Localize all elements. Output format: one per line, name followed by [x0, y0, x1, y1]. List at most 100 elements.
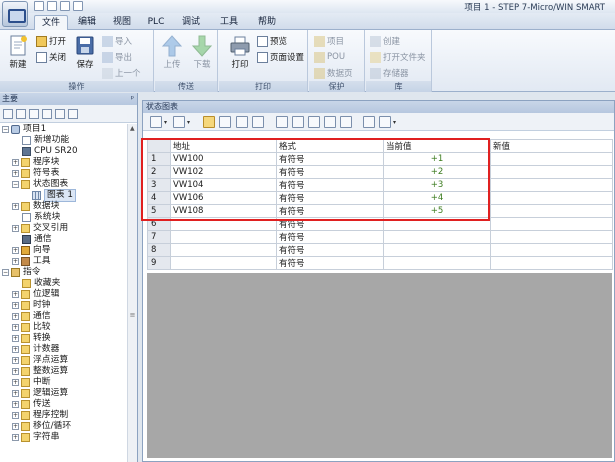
- address-cell[interactable]: [170, 256, 277, 270]
- expand-icon[interactable]: +: [12, 324, 19, 331]
- expand-icon[interactable]: +: [12, 368, 19, 375]
- unforce-all-icon[interactable]: [308, 116, 320, 128]
- format-cell[interactable]: 有符号: [276, 165, 384, 179]
- pin-icon[interactable]: ᵖ: [131, 93, 134, 105]
- tree-item-favorites[interactable]: 收藏夹: [22, 278, 60, 289]
- expand-icon[interactable]: +: [12, 390, 19, 397]
- tree-item-bit-logic[interactable]: + 位逻辑: [12, 289, 59, 300]
- table-row[interactable]: 4 VW106 有符号 +4: [147, 191, 613, 205]
- current-value-cell[interactable]: [383, 256, 491, 270]
- save-icon[interactable]: [60, 1, 70, 11]
- open-button[interactable]: 打开: [36, 34, 66, 48]
- expand-icon[interactable]: +: [12, 412, 19, 419]
- print-icon[interactable]: [73, 1, 83, 11]
- tree-item-program-control[interactable]: + 程序控制: [12, 410, 68, 421]
- expand-icon[interactable]: +: [12, 291, 19, 298]
- address-cell[interactable]: VW102: [170, 165, 277, 179]
- format-cell[interactable]: 有符号: [276, 217, 384, 231]
- new-file-icon[interactable]: [34, 1, 44, 11]
- format-cell[interactable]: 有符号: [276, 204, 384, 218]
- tree-item-system-block[interactable]: 系统块: [22, 212, 60, 223]
- new-value-cell[interactable]: [490, 256, 613, 270]
- tree-item-clock[interactable]: + 时钟: [12, 300, 51, 311]
- unforce-icon[interactable]: [292, 116, 304, 128]
- table-row[interactable]: 1 VW100 有符号 +1: [147, 152, 613, 166]
- new-button[interactable]: 新建: [3, 33, 33, 77]
- format-cell[interactable]: 有符号: [276, 230, 384, 244]
- expand-icon[interactable]: +: [12, 434, 19, 441]
- scroll-grip-icon[interactable]: ≡: [129, 310, 136, 320]
- table-row[interactable]: 5 VW108 有符号 +5: [147, 204, 613, 218]
- new-value-cell[interactable]: [490, 217, 613, 231]
- tree-item-data-block[interactable]: + 数据块: [12, 201, 59, 212]
- print-button[interactable]: 打印: [225, 33, 255, 77]
- protect-data-page-button[interactable]: 数据页: [314, 66, 353, 80]
- tree-item-communication-instr[interactable]: + 通信: [12, 311, 51, 322]
- expand-icon[interactable]: +: [12, 170, 19, 177]
- new-value-cell[interactable]: [490, 178, 613, 192]
- protect-project-button[interactable]: 项目: [314, 34, 344, 48]
- expand-icon[interactable]: +: [12, 203, 19, 210]
- tree-item-compare[interactable]: + 比较: [12, 322, 51, 333]
- tab-file[interactable]: 文件: [34, 15, 68, 30]
- expand-icon[interactable]: +: [12, 225, 19, 232]
- tree-item-wizard[interactable]: + 向导: [12, 245, 51, 256]
- tree-item-chart-1[interactable]: 图表 1: [32, 189, 76, 202]
- expand-icon[interactable]: +: [12, 159, 19, 166]
- expand-icon[interactable]: +: [12, 247, 19, 254]
- page-view-icon[interactable]: [42, 108, 52, 119]
- format-cell[interactable]: 有符号: [276, 256, 384, 270]
- table-row[interactable]: 7 有符号: [147, 230, 613, 244]
- tree-item-tools[interactable]: + 工具: [12, 256, 51, 267]
- tree-item-convert[interactable]: + 转换: [12, 333, 51, 344]
- current-value-cell[interactable]: +4: [383, 191, 491, 205]
- tree-item-logic-ops[interactable]: + 逻辑运算: [12, 388, 68, 399]
- tree-item-communication[interactable]: 通信: [22, 234, 52, 245]
- options-icon[interactable]: ▾: [379, 116, 396, 128]
- format-cell[interactable]: 有符号: [276, 191, 384, 205]
- table-row[interactable]: 9 有符号: [147, 256, 613, 270]
- trend-view-icon[interactable]: [219, 116, 231, 128]
- table-row[interactable]: 2 VW102 有符号 +2: [147, 165, 613, 179]
- format-cell[interactable]: 有符号: [276, 152, 384, 166]
- expand-icon[interactable]: +: [12, 335, 19, 342]
- format-cell[interactable]: 有符号: [276, 178, 384, 192]
- tree-item-move[interactable]: + 传送: [12, 399, 51, 410]
- monitor-view-icon[interactable]: [68, 108, 78, 119]
- force-lock-icon[interactable]: [276, 116, 288, 128]
- trend-chart-icon[interactable]: [363, 116, 375, 128]
- upload-button[interactable]: 上传: [157, 33, 187, 77]
- print-preview-button[interactable]: 预览: [257, 34, 287, 48]
- expand-icon[interactable]: +: [12, 313, 19, 320]
- new-value-cell[interactable]: [490, 230, 613, 244]
- table-row[interactable]: 3 VW104 有符号 +3: [147, 178, 613, 192]
- tree-item-interrupt[interactable]: + 中断: [12, 377, 51, 388]
- collapse-icon[interactable]: −: [12, 181, 19, 188]
- new-value-cell[interactable]: [490, 191, 613, 205]
- current-value-cell[interactable]: [383, 243, 491, 257]
- tree-item-instructions[interactable]: − 指令: [2, 267, 41, 278]
- tree-item-integer-math[interactable]: + 整数运算: [12, 366, 68, 377]
- close-button[interactable]: 关闭: [36, 50, 66, 64]
- collapse-icon[interactable]: −: [2, 126, 9, 133]
- tab-debug[interactable]: 调试: [176, 15, 206, 30]
- tab-help[interactable]: 帮助: [252, 15, 282, 30]
- tree-item-project[interactable]: − 项目1: [2, 124, 46, 135]
- current-value-cell[interactable]: +1: [383, 152, 491, 166]
- collapse-icon[interactable]: −: [2, 269, 9, 276]
- tree-item-string[interactable]: + 字符串: [12, 432, 59, 443]
- new-value-cell[interactable]: [490, 152, 613, 166]
- single-read-icon[interactable]: [236, 116, 248, 128]
- tab-view[interactable]: 视图: [107, 15, 137, 30]
- scroll-up-icon[interactable]: ▲: [130, 125, 135, 132]
- tree-view-icon[interactable]: [3, 108, 13, 119]
- expand-icon[interactable]: +: [12, 302, 19, 309]
- tree-item-float-math[interactable]: + 浮点运算: [12, 355, 68, 366]
- address-cell[interactable]: VW100: [170, 152, 277, 166]
- previous-button[interactable]: 上一个: [102, 66, 141, 80]
- tree-item-cpu[interactable]: CPU SR20: [22, 146, 78, 157]
- address-cell[interactable]: [170, 217, 277, 231]
- save-button[interactable]: 保存: [70, 33, 100, 77]
- format-cell[interactable]: 有符号: [276, 243, 384, 257]
- library-memory-button[interactable]: 存储器: [370, 66, 409, 80]
